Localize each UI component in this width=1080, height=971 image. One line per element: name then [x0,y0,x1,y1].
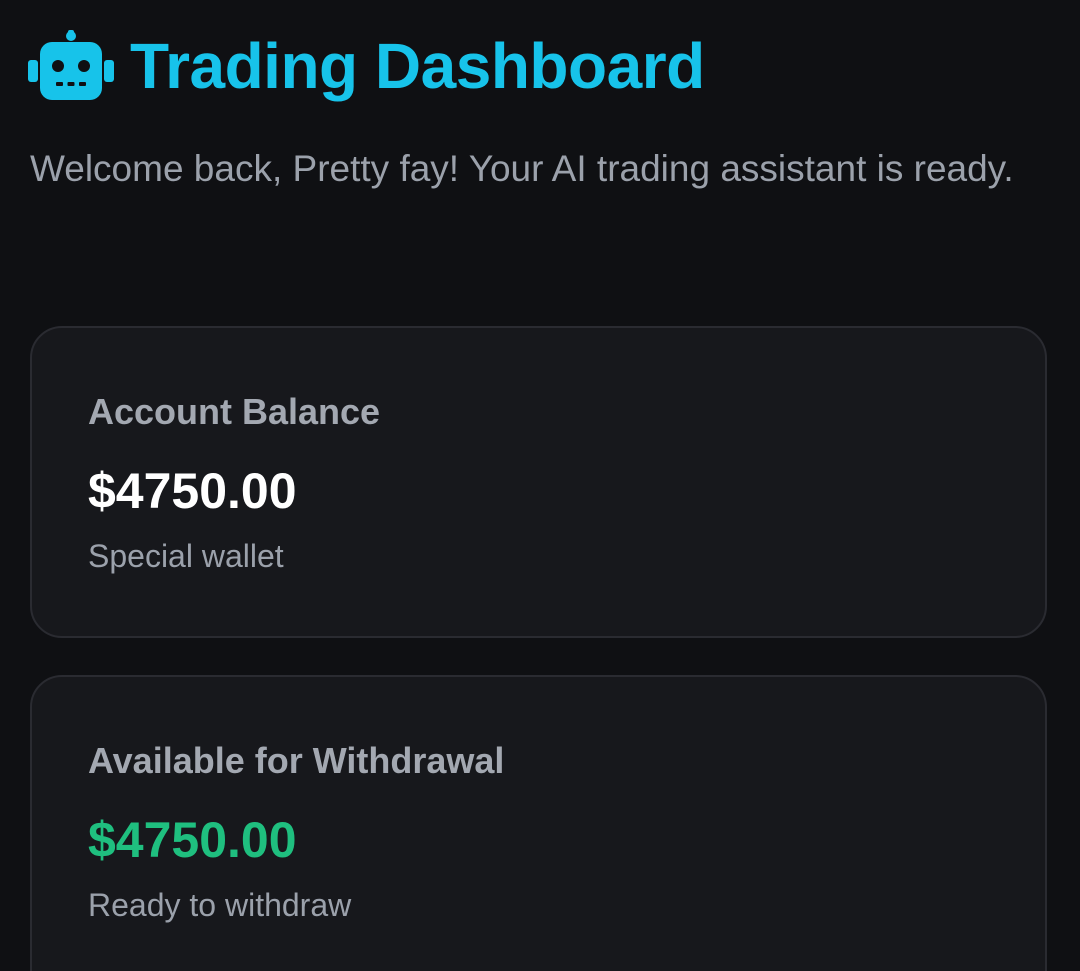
withdrawal-card: Available for Withdrawal $4750.00 Ready … [30,675,1047,971]
page-title: Trading Dashboard [130,30,705,102]
account-balance-card: Account Balance $4750.00 Special wallet [30,326,1047,638]
account-balance-amount: $4750.00 [88,463,297,519]
withdrawal-label: Available for Withdrawal [88,740,505,781]
dashboard-page: Trading Dashboard Welcome back, Pretty f… [0,0,1080,971]
withdrawal-amount: $4750.00 [88,812,297,868]
welcome-message: Welcome back, Pretty fay! Your AI tradin… [30,148,1014,189]
robot-icon [28,30,114,100]
withdrawal-subtext: Ready to withdraw [88,887,352,923]
account-balance-subtext: Special wallet [88,538,284,574]
dashboard-header: Trading Dashboard [28,30,705,102]
account-balance-label: Account Balance [88,391,381,432]
